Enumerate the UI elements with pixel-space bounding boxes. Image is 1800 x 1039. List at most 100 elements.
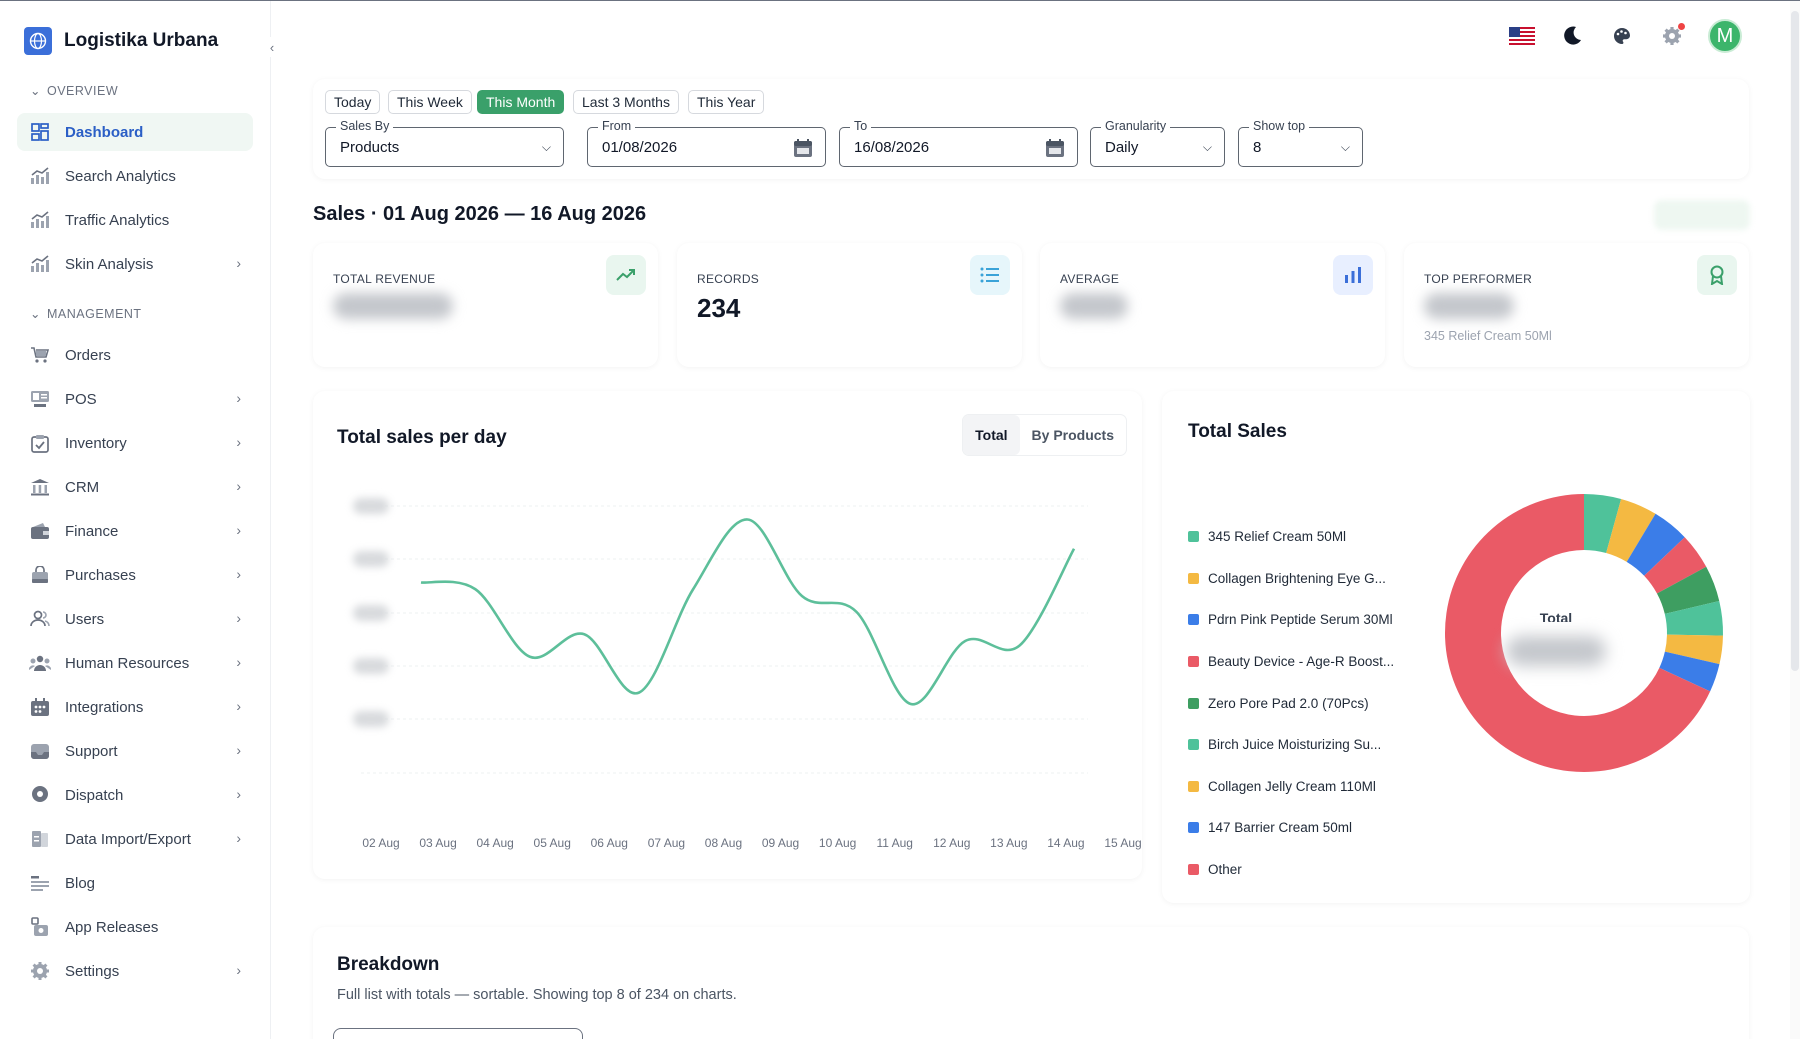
- legend-item[interactable]: Beauty Device - Age-R Boost...: [1188, 641, 1394, 683]
- quick-filter-today[interactable]: Today: [325, 90, 381, 114]
- sidebar-item-pos[interactable]: POS ›: [17, 380, 253, 418]
- avatar[interactable]: M: [1708, 19, 1742, 53]
- legend-swatch: [1188, 739, 1199, 751]
- section-management[interactable]: ⌄ MANAGEMENT: [30, 306, 142, 322]
- file-transfer-icon: [29, 828, 51, 850]
- globe-logo-icon: [24, 27, 52, 55]
- donut-slice[interactable]: [1626, 513, 1685, 576]
- sidebar-item-integrations[interactable]: Integrations ›: [17, 688, 253, 726]
- legend-item[interactable]: Other: [1188, 849, 1394, 891]
- sidebar-item-app-releases[interactable]: App Releases: [17, 908, 253, 946]
- sidebar-item-users[interactable]: Users ›: [17, 600, 253, 638]
- gear-icon: [29, 960, 51, 982]
- legend-item[interactable]: Collagen Brightening Eye G...: [1188, 558, 1394, 600]
- x-tick-label: 13 Aug: [990, 836, 1027, 850]
- legend-swatch: [1188, 656, 1199, 668]
- sidebar-item-crm[interactable]: CRM ›: [17, 468, 253, 506]
- sidebar-item-orders[interactable]: Orders: [17, 336, 253, 374]
- legend-label: Collagen Brightening Eye G...: [1208, 570, 1386, 586]
- sidebar-item-blog[interactable]: Blog: [17, 864, 253, 902]
- sidebar-item-skin-analysis[interactable]: Skin Analysis ›: [17, 245, 253, 283]
- stat-card-average: AVERAGE: [1040, 243, 1385, 367]
- settings-gear-icon[interactable]: [1658, 22, 1686, 50]
- donut-slice[interactable]: [1659, 651, 1720, 692]
- legend-item[interactable]: Collagen Jelly Cream 110Ml: [1188, 766, 1394, 808]
- records-value: 234: [697, 293, 741, 323]
- donut-slice[interactable]: [1664, 634, 1723, 665]
- scrollbar[interactable]: [1790, 1, 1800, 1039]
- palette-icon[interactable]: [1608, 22, 1636, 50]
- series-line-total: [420, 518, 1076, 706]
- sidebar-item-search-analytics[interactable]: Search Analytics: [17, 157, 253, 195]
- quick-filter-last-3-months[interactable]: Last 3 Months: [573, 90, 679, 114]
- section-overview[interactable]: ⌄ OVERVIEW: [30, 83, 118, 99]
- moon-icon[interactable]: [1558, 22, 1586, 50]
- brand[interactable]: Logistika Urbana: [24, 27, 218, 55]
- legend-label: Collagen Jelly Cream 110Ml: [1208, 778, 1376, 794]
- sidebar-item-dispatch[interactable]: Dispatch ›: [17, 776, 253, 814]
- quick-filter-this-week[interactable]: This Week: [388, 90, 472, 114]
- x-tick-label: 15 Aug: [1104, 836, 1141, 850]
- sidebar-item-support[interactable]: Support ›: [17, 732, 253, 770]
- quick-filter-this-month[interactable]: This Month: [477, 90, 565, 114]
- brand-name: Logistika Urbana: [64, 30, 219, 51]
- legend-swatch: [1188, 531, 1199, 543]
- quick-filter-this-year[interactable]: This Year: [688, 90, 765, 114]
- show-top-select[interactable]: Show top 8 ⌵: [1238, 119, 1363, 167]
- sidebar-item-purchases[interactable]: Purchases ›: [17, 556, 253, 594]
- analytics-chart-icon: [29, 165, 51, 187]
- calendar-icon[interactable]: [793, 138, 813, 162]
- from-date-field[interactable]: From 01/08/2026: [587, 119, 826, 167]
- donut-slice[interactable]: [1584, 494, 1622, 554]
- stat-card-records: RECORDS 234: [677, 243, 1022, 367]
- legend-swatch: [1188, 822, 1199, 834]
- legend-item[interactable]: Zero Pore Pad 2.0 (70Pcs): [1188, 682, 1394, 724]
- stat-card-top-performer: TOP PERFORMER 345 Relief Cream 50Ml: [1404, 243, 1749, 367]
- export-button[interactable]: [1654, 200, 1750, 230]
- donut-chart-title: Total Sales: [1188, 421, 1287, 442]
- scrollbar-thumb[interactable]: [1791, 11, 1799, 671]
- sales-by-select[interactable]: Sales By Products ⌵: [325, 119, 564, 167]
- release-package-icon: [29, 916, 51, 938]
- donut-slice[interactable]: [1606, 499, 1656, 562]
- legend-swatch: [1188, 572, 1199, 584]
- calendar-icon[interactable]: [1045, 138, 1065, 162]
- award-ribbon-icon: [1697, 255, 1737, 295]
- sidebar-item-settings[interactable]: Settings ›: [17, 952, 253, 990]
- people-group-icon: [29, 652, 51, 674]
- legend-label: 147 Barrier Cream 50ml: [1208, 820, 1353, 836]
- sidebar-item-inventory[interactable]: Inventory ›: [17, 424, 253, 462]
- chevron-left-icon: ‹: [269, 39, 275, 55]
- chevron-right-icon: ›: [236, 255, 241, 271]
- sidebar-item-human-resources[interactable]: Human Resources ›: [17, 644, 253, 682]
- us-flag-icon[interactable]: [1508, 22, 1536, 50]
- granularity-select[interactable]: Granularity Daily ⌵: [1090, 119, 1225, 167]
- integrations-icon: [29, 696, 51, 718]
- list-icon: [970, 255, 1010, 295]
- donut-slice[interactable]: [1664, 600, 1723, 636]
- sidebar-item-data-import-export[interactable]: Data Import/Export ›: [17, 820, 253, 858]
- legend-item[interactable]: Birch Juice Moisturizing Su...: [1188, 724, 1394, 766]
- sidebar-item-traffic-analytics[interactable]: Traffic Analytics: [17, 201, 253, 239]
- wallet-icon: [29, 520, 51, 542]
- donut-legend: 345 Relief Cream 50Ml Collagen Brightenin…: [1188, 516, 1394, 890]
- donut-slice[interactable]: [1644, 537, 1707, 594]
- donut-slice[interactable]: [1445, 494, 1711, 772]
- legend-item[interactable]: 147 Barrier Cream 50ml: [1188, 807, 1394, 849]
- blurred-y-tick: [353, 551, 389, 567]
- x-tick-label: 04 Aug: [476, 836, 513, 850]
- collapse-sidebar-button[interactable]: ‹: [262, 37, 282, 57]
- bank-icon: [29, 476, 51, 498]
- chevron-right-icon: ›: [236, 830, 241, 846]
- donut-chart-card: Total Sales 345 Relief Cream 50Ml Collage…: [1162, 391, 1750, 903]
- stat-card-total-revenue: TOTAL REVENUE: [313, 243, 658, 367]
- sidebar-item-finance[interactable]: Finance ›: [17, 512, 253, 550]
- legend-label: Other: [1208, 862, 1242, 878]
- donut-slice[interactable]: [1656, 566, 1720, 614]
- breakdown-search-input[interactable]: [333, 1028, 583, 1039]
- to-date-field[interactable]: To 16/08/2026: [839, 119, 1078, 167]
- legend-item[interactable]: Pdrn Pink Peptide Serum 30Ml: [1188, 599, 1394, 641]
- sidebar-item-dashboard[interactable]: Dashboard: [17, 113, 253, 151]
- shopping-bag-icon: [29, 564, 51, 586]
- legend-item[interactable]: 345 Relief Cream 50Ml: [1188, 516, 1394, 558]
